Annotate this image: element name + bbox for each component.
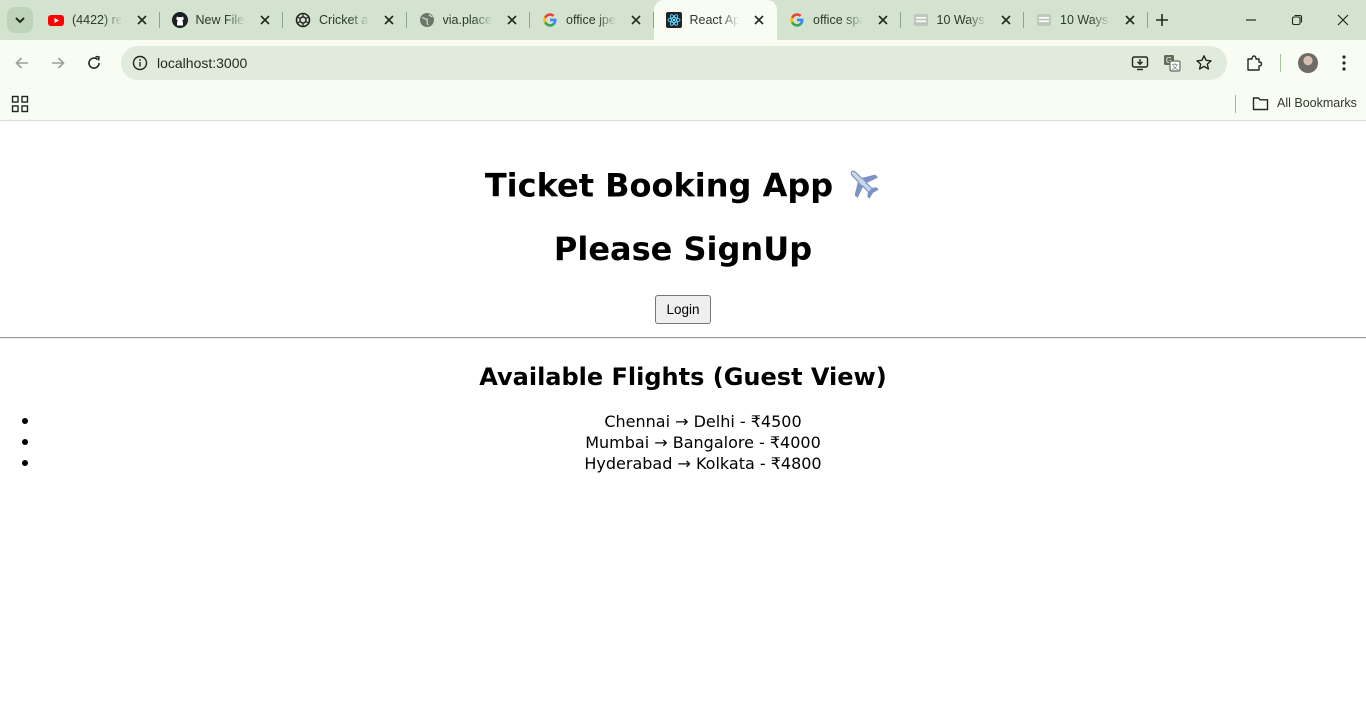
- menu-button[interactable]: [1330, 49, 1358, 77]
- tab-title: 10 Ways a: [1060, 13, 1116, 27]
- flights-list: Chennai → Delhi - ₹4500 Mumbai → Bangalo…: [22, 411, 1366, 474]
- globe-icon: [419, 12, 435, 28]
- url-text[interactable]: localhost:3000: [157, 55, 247, 71]
- tab-strip: (4422) react New File · GitHub Cricket a…: [0, 0, 1366, 40]
- tab-title: New File · GitHub: [195, 13, 252, 27]
- close-window-button[interactable]: [1320, 0, 1366, 40]
- close-icon[interactable]: [504, 12, 520, 28]
- tab-youtube[interactable]: (4422) react: [36, 0, 160, 40]
- tab-search-button[interactable]: [7, 7, 33, 33]
- tab-10-ways-2[interactable]: 10 Ways a: [1024, 0, 1148, 40]
- list-item: Hyderabad → Kolkata - ₹4800: [22, 453, 1366, 474]
- tab-title: (4422) react: [72, 13, 128, 27]
- react-icon: [665, 12, 682, 28]
- tab-github[interactable]: New File · GitHub: [160, 0, 283, 40]
- bookmarks-bar: All Bookmarks: [0, 86, 1366, 121]
- toolbar-divider: [1280, 54, 1281, 72]
- close-icon[interactable]: [1122, 12, 1138, 28]
- close-icon[interactable]: [381, 12, 397, 28]
- tab-office-space[interactable]: office space: [777, 0, 901, 40]
- browser-chrome: (4422) react New File · GitHub Cricket a…: [0, 0, 1366, 121]
- github-icon: [171, 12, 188, 28]
- tab-10-ways-1[interactable]: 10 Ways a: [901, 0, 1024, 40]
- browser-toolbar: localhost:3000 G文: [0, 40, 1366, 86]
- doc-icon: [913, 12, 929, 28]
- tab-placeholder[interactable]: via.placeholder: [407, 0, 530, 40]
- tab-list: (4422) react New File · GitHub Cricket a…: [36, 0, 1148, 40]
- bookmarks-divider: [1235, 95, 1236, 113]
- site-info-icon[interactable]: [129, 52, 151, 74]
- tab-office-jpeg[interactable]: office jpeg: [530, 0, 654, 40]
- tab-title: Cricket app: [319, 13, 375, 27]
- folder-icon: [1252, 96, 1269, 110]
- tab-title: office space: [813, 13, 869, 27]
- all-bookmarks-label: All Bookmarks: [1277, 96, 1357, 110]
- reload-icon: [88, 55, 100, 69]
- tab-separator: [1146, 12, 1148, 28]
- minimize-icon: [1246, 19, 1256, 21]
- close-icon: [1337, 14, 1349, 26]
- arrow-right-icon: [52, 57, 65, 69]
- openai-icon: [295, 12, 311, 28]
- install-app-icon[interactable]: [1129, 52, 1151, 74]
- divider: [0, 337, 1366, 339]
- flights-heading: Available Flights (Guest View): [479, 363, 887, 391]
- apps-grid-icon[interactable]: [11, 95, 29, 113]
- tab-react-app[interactable]: React App: [653, 0, 777, 40]
- doc-icon: [1036, 12, 1052, 28]
- close-icon[interactable]: [998, 12, 1014, 28]
- tab-title: office jpeg: [566, 13, 622, 27]
- close-icon[interactable]: [134, 12, 150, 28]
- back-button[interactable]: [8, 49, 36, 77]
- tab-title: React App: [689, 13, 746, 27]
- google-icon: [789, 12, 805, 28]
- extensions-button[interactable]: [1240, 49, 1268, 77]
- restore-icon: [1291, 14, 1303, 26]
- forward-button[interactable]: [44, 49, 72, 77]
- chevron-down-icon: [15, 17, 25, 24]
- svg-text:文: 文: [1172, 62, 1179, 71]
- minimize-button[interactable]: [1228, 0, 1274, 40]
- youtube-icon: [48, 12, 64, 28]
- close-icon[interactable]: [875, 12, 891, 28]
- all-bookmarks-button[interactable]: All Bookmarks: [1252, 93, 1357, 113]
- translate-icon[interactable]: G文: [1161, 52, 1183, 74]
- new-tab-button[interactable]: [1150, 8, 1174, 32]
- avatar[interactable]: [1298, 53, 1318, 73]
- airplane-icon: [845, 165, 881, 210]
- plus-icon: [1156, 14, 1168, 26]
- arrow-left-icon: [15, 57, 28, 69]
- tab-title: via.placeholder: [442, 13, 499, 27]
- bookmark-star-icon[interactable]: [1193, 52, 1215, 74]
- puzzle-icon: [1247, 55, 1263, 71]
- google-icon: [542, 12, 558, 28]
- address-bar[interactable]: localhost:3000 G文: [121, 46, 1227, 80]
- page-title-text: Ticket Booking App: [484, 166, 834, 205]
- page-title: Ticket Booking App: [0, 165, 1366, 210]
- close-icon[interactable]: [257, 12, 273, 28]
- list-item: Chennai → Delhi - ₹4500: [22, 411, 1366, 432]
- close-icon[interactable]: [751, 12, 767, 28]
- page-content: Ticket Booking App Please SignUp Login A…: [0, 121, 1366, 720]
- reload-button[interactable]: [80, 49, 108, 77]
- kebab-menu-icon: [1342, 55, 1346, 71]
- tab-cricket[interactable]: Cricket app: [283, 0, 407, 40]
- signup-prompt: Please SignUp: [553, 230, 813, 268]
- login-button[interactable]: Login: [655, 295, 711, 324]
- tab-title: 10 Ways a: [936, 13, 993, 27]
- close-icon[interactable]: [628, 12, 644, 28]
- restore-button[interactable]: [1274, 0, 1320, 40]
- list-item: Mumbai → Bangalore - ₹4000: [22, 432, 1366, 453]
